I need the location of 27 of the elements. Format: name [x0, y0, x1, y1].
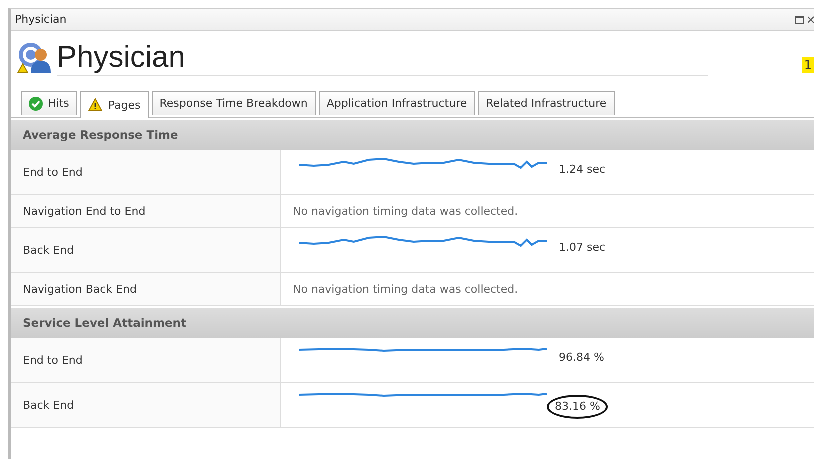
- row-label: Navigation Back End: [11, 273, 281, 305]
- row-label: Navigation End to End: [11, 195, 281, 227]
- section-header: Service Level Attainment: [11, 308, 814, 338]
- row-label: End to End: [11, 150, 281, 194]
- tab[interactable]: Related Infrastructure: [478, 91, 615, 115]
- metric-value: 1.24 sec: [558, 162, 607, 178]
- tab[interactable]: Application Infrastructure: [318, 91, 476, 115]
- row-label: End to End: [11, 338, 281, 382]
- metric-value: 1.07 sec: [558, 240, 607, 256]
- row-label: Back End: [11, 228, 281, 272]
- empty-message: No navigation timing data was collected.: [292, 282, 520, 298]
- close-icon[interactable]: [808, 16, 814, 24]
- page-title: Physician: [57, 40, 708, 76]
- metric-value: 83.16 %: [547, 395, 608, 419]
- empty-message: No navigation timing data was collected.: [292, 204, 520, 220]
- count-badge: 1: [802, 57, 814, 73]
- section-header: Average Response Time: [11, 120, 814, 150]
- tab[interactable]: Pages: [80, 91, 149, 118]
- tab[interactable]: Response Time Breakdown: [152, 91, 316, 115]
- person-target-icon: [17, 41, 53, 75]
- check-icon: [29, 96, 43, 110]
- tab[interactable]: Hits: [21, 91, 78, 115]
- window-title: Physician: [15, 13, 68, 26]
- row-label: Back End: [11, 383, 281, 427]
- metric-value: 96.84 %: [558, 350, 606, 366]
- restore-icon[interactable]: [795, 16, 804, 24]
- warning-icon: [88, 98, 104, 112]
